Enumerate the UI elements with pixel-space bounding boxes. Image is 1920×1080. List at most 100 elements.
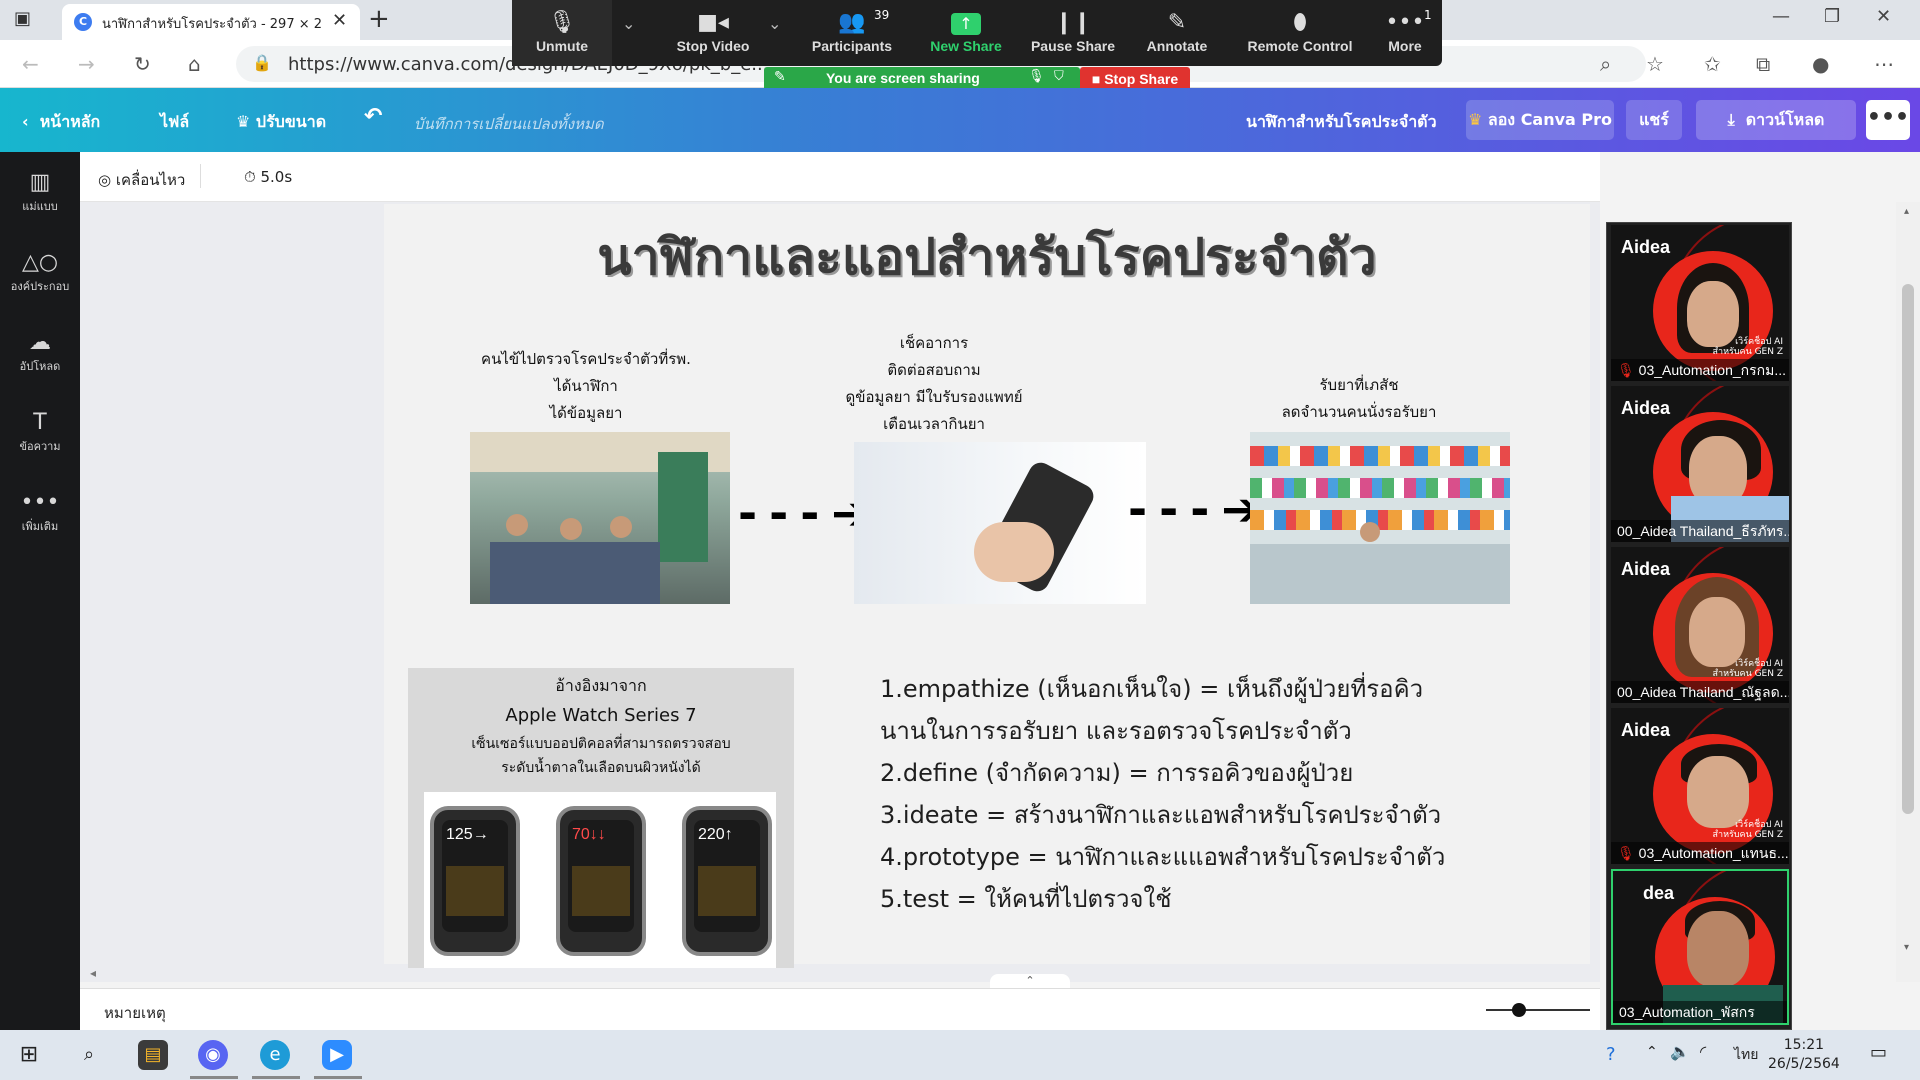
sidebar-item-upload[interactable]: ☁ อัปโหลด	[0, 330, 80, 375]
vertical-scrollbar[interactable]: ▴ ▾	[1896, 202, 1920, 982]
store-icon[interactable]: ▤	[138, 1040, 168, 1070]
edge-icon[interactable]: e	[260, 1040, 290, 1070]
sidebar-item-text[interactable]: T ข้อความ	[0, 410, 80, 455]
notes-button[interactable]: หมายเหตุ	[104, 1001, 166, 1025]
wifi-icon[interactable]: ◜	[1700, 1042, 1706, 1061]
sidebar-item-templates[interactable]: ▥ แม่แบบ	[0, 170, 80, 215]
video-options-caret-icon[interactable]: ⌄	[768, 14, 781, 33]
notification-icon[interactable]: ▭	[1870, 1042, 1887, 1063]
unmute-button[interactable]: 🎙 Unmute	[512, 0, 612, 66]
caption-pharmacy[interactable]: รับยาที่เภสัช ลดจำนวนคนนั่งรอรับยา	[1244, 372, 1474, 426]
favorites-icon[interactable]: ✩	[1704, 52, 1721, 76]
close-window-icon[interactable]: ✕	[1876, 6, 1891, 27]
photo-detail	[658, 452, 708, 562]
download-button[interactable]: ⤓ ดาวน์โหลด	[1696, 100, 1856, 140]
back-icon[interactable]: ←	[22, 52, 39, 76]
participants-button[interactable]: 👥 39 Participants	[794, 0, 910, 66]
file-menu[interactable]: ไฟล์	[160, 110, 189, 135]
browser-menu-icon[interactable]: ⋯	[1874, 52, 1894, 76]
minimize-icon[interactable]: —	[1772, 6, 1790, 27]
document-title[interactable]: นาฬิกาสำหรับโรคประจำตัว	[1246, 110, 1437, 135]
upload-icon: ☁	[29, 330, 51, 355]
stop-video-button[interactable]: ■◂ Stop Video	[652, 0, 774, 66]
scroll-left-icon[interactable]: ◂	[90, 966, 96, 980]
design-thinking-steps[interactable]: 1.empathize (เห็นอกเห็นใจ) = เห็นถึงผู้ป…	[880, 668, 1620, 920]
profile-avatar-icon[interactable]: ●	[1812, 52, 1829, 76]
running-indicator	[314, 1076, 362, 1079]
volume-icon[interactable]: 🔈	[1670, 1042, 1690, 1061]
reload-icon[interactable]: ↻	[134, 52, 151, 76]
browser-tab[interactable]: C นาฬิกาสำหรับโรคประจำตัว - 297 × 2 ✕	[62, 4, 360, 40]
search-icon[interactable]: ⌕	[74, 1040, 104, 1070]
share-button[interactable]: แชร์	[1626, 100, 1682, 140]
slide[interactable]: นาฬิกาและแอปสำหรับโรคประจำตัว คนไข้ไปตรว…	[384, 204, 1590, 968]
participant-tile[interactable]: Aidea เวิร์คช็อป AI สำหรับคน GEN Z 🎙 03_A…	[1611, 708, 1789, 864]
sidebar-item-more[interactable]: ••• เพิ่มเติม	[0, 490, 80, 535]
more-count: 1	[1424, 8, 1432, 22]
caption-line: ติดต่อสอบถาม	[887, 361, 981, 379]
maximize-icon[interactable]: ❐	[1824, 6, 1840, 27]
animate-button[interactable]: ◎ เคลื่อนไหว	[98, 168, 185, 192]
expand-pages-button[interactable]: ⌃	[990, 974, 1070, 988]
remote-control-button[interactable]: ⬮ Remote Control	[1230, 0, 1370, 66]
zoom-slider-track[interactable]	[1486, 1009, 1590, 1011]
notes-bar: หมายเหตุ	[80, 988, 1600, 1030]
scroll-up-icon[interactable]: ▴	[1904, 206, 1909, 217]
try-canva-pro-button[interactable]: ♛ ลอง Canva Pro	[1466, 100, 1614, 140]
participant-tile-active[interactable]: dea 03_Automation_พัสกร	[1611, 869, 1789, 1025]
lock-icon: 🔒	[252, 53, 272, 72]
mouse-icon: ⬮	[1293, 10, 1307, 35]
zoom-lens-icon[interactable]: ⌕	[1600, 52, 1611, 76]
phone-hand-photo[interactable]	[854, 442, 1146, 604]
taskbar-clock[interactable]: 15:21 26/5/2564	[1768, 1036, 1840, 1074]
scroll-down-icon[interactable]: ▾	[1904, 942, 1909, 953]
participant-tile[interactable]: Aidea เวิร์คช็อป AI สำหรับคน GEN Z 00_Aid…	[1611, 547, 1789, 703]
undo-icon[interactable]: ↶	[364, 104, 382, 129]
tab-actions-icon[interactable]: ▣	[14, 8, 38, 32]
resize-menu[interactable]: ♛ ปรับขนาด	[236, 110, 326, 135]
audio-options-caret-icon[interactable]: ⌄	[622, 14, 635, 33]
help-icon[interactable]: ?	[1606, 1044, 1616, 1065]
watch-value: 220↑	[698, 826, 733, 844]
caption-line: ได้นาฬิกา	[554, 377, 618, 395]
windows-start-icon[interactable]: ⊞	[14, 1040, 44, 1070]
participant-tile[interactable]: Aidea 00_Aidea Thailand_ธีรภัทร...	[1611, 386, 1789, 542]
more-options-button[interactable]: •••	[1866, 100, 1910, 140]
pause-share-button[interactable]: ❙❙ Pause Share	[1020, 0, 1126, 66]
caption-hospital[interactable]: คนไข้ไปตรวจโรคประจำตัวที่รพ. ได้นาฬิกา ไ…	[436, 346, 736, 427]
windows-taskbar: ⊞ ⌕ ▤ ◉ e ▶ ? ⌃ 🔈 ◜ ไทย 15:21 26/5/2564 …	[0, 1030, 1920, 1080]
forward-icon[interactable]: →	[78, 52, 95, 76]
new-share-button[interactable]: ↑ New Share	[918, 0, 1014, 66]
canvas-area: นาฬิกาและแอปสำหรับโรคประจำตัว คนไข้ไปตรว…	[80, 202, 1600, 988]
slide-title[interactable]: นาฬิกาและแอปสำหรับโรคประจำตัว	[384, 218, 1590, 297]
zoom-slider-thumb[interactable]	[1512, 1003, 1526, 1017]
collections-icon[interactable]: ⧉	[1756, 52, 1770, 76]
muted-mic-icon: 🎙	[548, 10, 576, 35]
sidebar-item-elements[interactable]: △○ องค์ประกอบ	[0, 250, 80, 295]
tray-expand-icon[interactable]: ⌃	[1646, 1044, 1658, 1060]
scroll-thumb[interactable]	[1902, 284, 1914, 814]
zoom-app-icon[interactable]: ▶	[322, 1040, 352, 1070]
hospital-photo[interactable]	[470, 432, 730, 604]
stop-share-label: Stop Share	[1104, 71, 1179, 87]
close-tab-icon[interactable]: ✕	[332, 10, 347, 31]
home-link[interactable]: ‹ หน้าหลัก	[22, 110, 100, 135]
duration-button[interactable]: ⏱ 5.0s	[244, 168, 292, 186]
new-tab-icon[interactable]: +	[368, 4, 390, 34]
favorite-star-icon[interactable]: ☆	[1646, 52, 1664, 76]
caption-app[interactable]: เช็คอาการ ติดต่อสอบถาม ดูข้อมูลยา มีใบรั…	[784, 330, 1084, 438]
reference-heading: อ้างอิงมาจาก	[555, 676, 647, 695]
canva-sidebar: ▥ แม่แบบ △○ องค์ประกอบ ☁ อัปโหลด T ข้อคว…	[0, 152, 80, 1030]
participant-tile[interactable]: Aidea เวิร์คช็อป AI สำหรับคน GEN Z 🎙 03_A…	[1611, 225, 1789, 381]
pharmacy-photo[interactable]	[1250, 432, 1510, 604]
more-button[interactable]: ••• 1 More	[1372, 0, 1438, 66]
watch-2: 70↓↓	[556, 806, 646, 956]
reference-box[interactable]: อ้างอิงมาจาก Apple Watch Series 7 เซ็นเซ…	[408, 668, 794, 968]
duration-label: 5.0s	[260, 168, 293, 186]
annotate-button[interactable]: ✎ Annotate	[1130, 0, 1224, 66]
running-indicator	[252, 1076, 300, 1079]
language-indicator[interactable]: ไทย	[1734, 1044, 1758, 1066]
muted-mic-icon: 🎙	[1617, 362, 1635, 378]
discord-icon[interactable]: ◉	[198, 1040, 228, 1070]
home-icon[interactable]: ⌂	[188, 52, 201, 76]
